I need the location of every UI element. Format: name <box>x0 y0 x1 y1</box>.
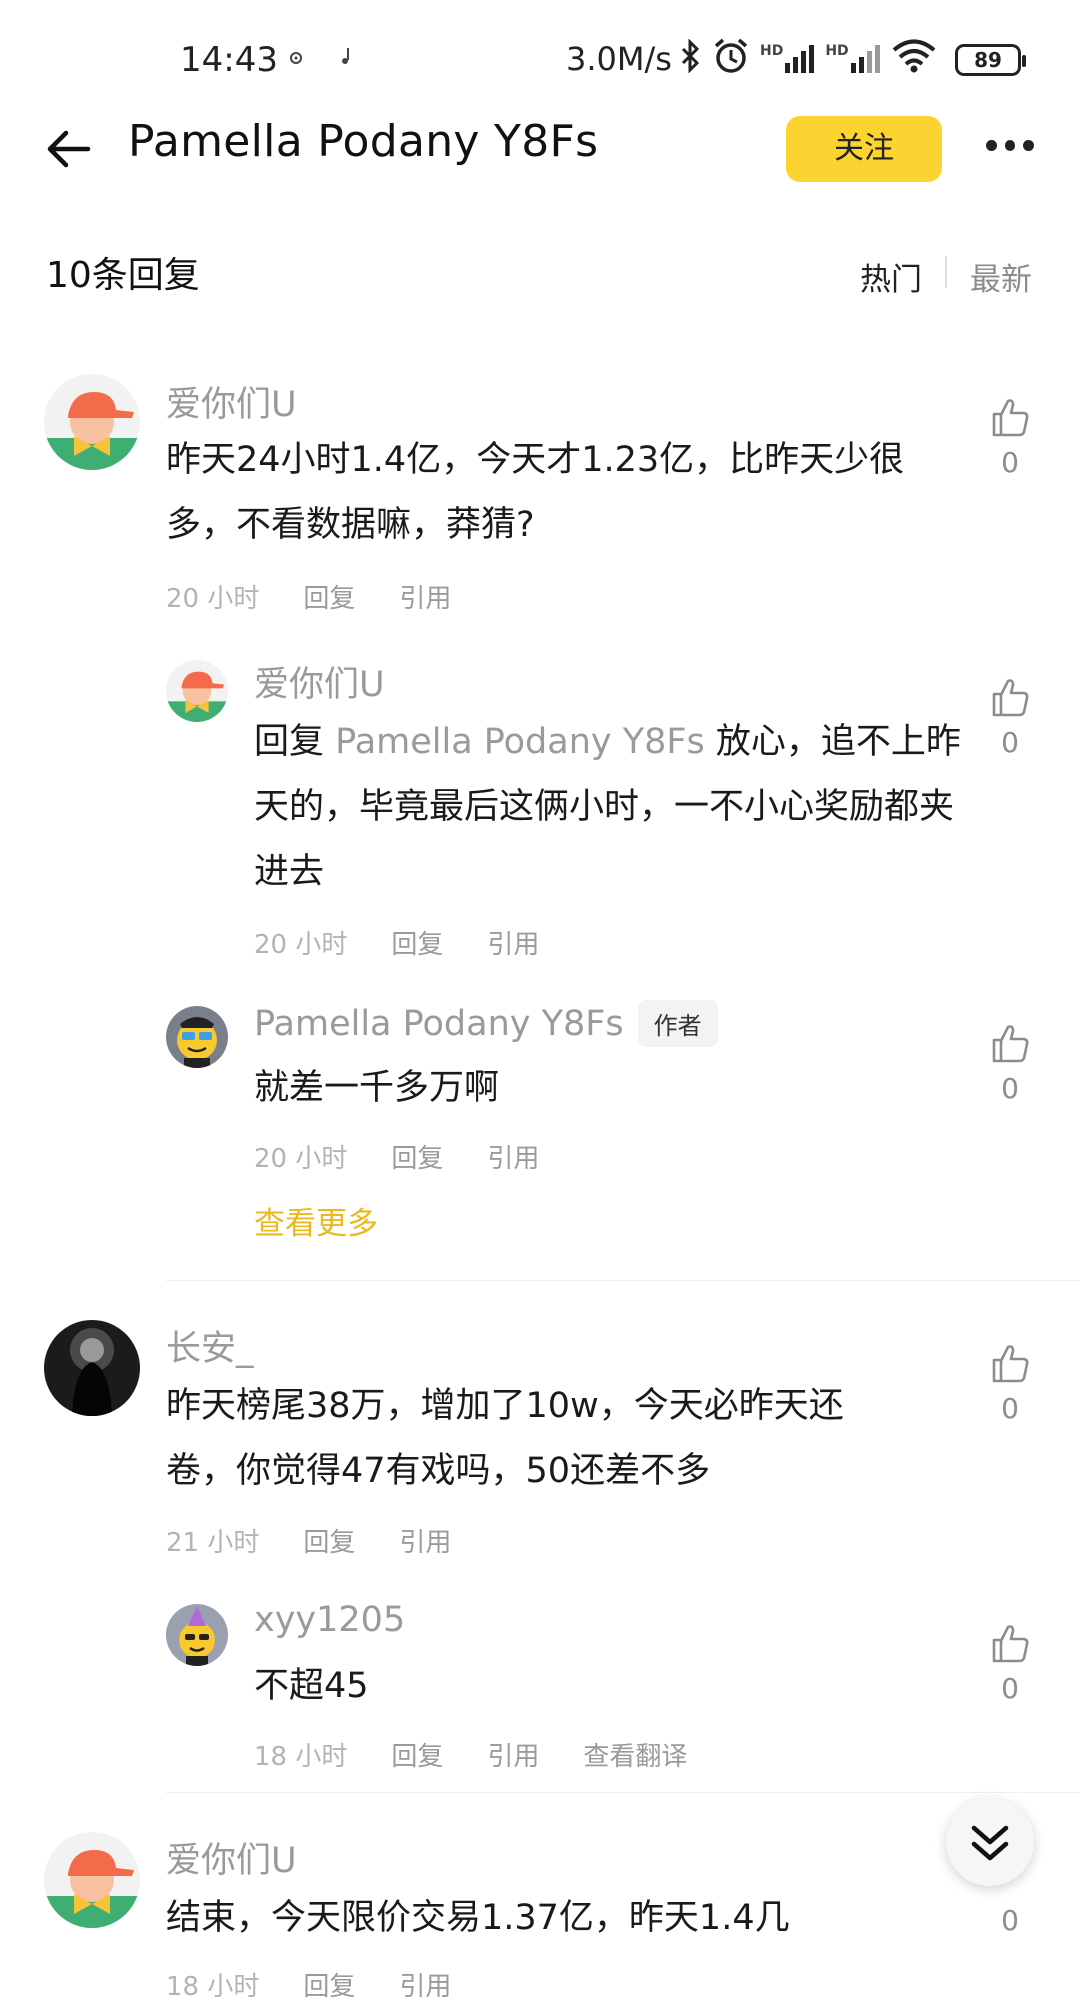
comment-text: 昨天榜尾38万，增加了10w，今天必昨天还卷，你觉得47有戏吗，50还差不多 <box>166 1386 844 1491</box>
notification-icon <box>288 50 304 70</box>
arrow-left-icon <box>47 130 91 168</box>
signal-icon-1: HD <box>760 43 815 73</box>
comment-time: 18 小时 <box>166 1972 260 2002</box>
divider <box>166 1280 1080 1281</box>
avatar-party-hat-icon <box>166 1604 228 1666</box>
like-button[interactable] <box>990 1342 1030 1388</box>
avatar[interactable] <box>44 1320 140 1416</box>
reply-button[interactable]: 回复 <box>303 1966 355 2003</box>
sort-hot-tab[interactable]: 热门 <box>860 254 922 299</box>
signal-icon-2: HD <box>825 43 880 73</box>
avatar-sunglasses-icon <box>166 1006 228 1068</box>
like-count: 0 <box>1001 1672 1019 1705</box>
follow-button[interactable]: 关注 <box>786 116 942 182</box>
comment-time: 20 小时 <box>254 1144 348 1174</box>
quote-button[interactable]: 引用 <box>487 1736 539 1773</box>
reply-button[interactable]: 回复 <box>391 1138 443 1175</box>
thumbs-up-icon <box>992 1625 1029 1663</box>
thumbs-up-icon <box>992 679 1029 717</box>
double-chevron-down-icon <box>971 1825 1009 1861</box>
bluetooth-icon <box>680 38 702 77</box>
comment-meta: 18 小时 回复 引用 <box>166 1966 451 2003</box>
reply-to-user[interactable]: Pamella Podany Y8Fs <box>335 722 705 762</box>
quote-button[interactable]: 引用 <box>487 1138 539 1175</box>
avatar[interactable] <box>166 660 228 722</box>
comment-username[interactable]: 长安_ <box>166 1320 254 1371</box>
comment-meta: 20 小时 回复 引用 <box>254 1138 539 1175</box>
comment-text: 结束，今天限价交易1.37亿，昨天1.4几 <box>166 1898 790 1938</box>
comment-meta: 21 小时 回复 引用 <box>166 1522 451 1559</box>
comment-text: 不超45 <box>254 1666 369 1706</box>
music-note-icon <box>340 46 352 72</box>
comment-username[interactable]: 爱你们U <box>166 1832 297 1883</box>
like-button[interactable] <box>990 1622 1030 1668</box>
author-badge: 作者 <box>637 1000 718 1047</box>
reply-prefix: 回复 <box>254 722 325 762</box>
quote-button[interactable]: 引用 <box>399 578 451 615</box>
translate-button[interactable]: 查看翻译 <box>583 1736 687 1773</box>
like-count: 0 <box>1001 1072 1019 1105</box>
quote-button[interactable]: 引用 <box>487 924 539 961</box>
sort-divider <box>945 256 947 288</box>
like-count: 0 <box>1001 1392 1019 1425</box>
comment-meta: 20 小时 回复 引用 <box>254 924 539 961</box>
comment-text: 昨天24小时1.4亿，今天才1.23亿，比昨天少很多，不看数据嘛，莽猜? <box>166 440 905 545</box>
avatar[interactable] <box>44 1832 140 1928</box>
comment-time: 21 小时 <box>166 1528 260 1558</box>
avatar-cap-icon <box>44 1832 140 1928</box>
avatar-silhouette-icon <box>44 1320 140 1416</box>
page-title: Pamella Podany Y8Fs <box>128 116 599 167</box>
status-bar: 14:43 3.0M/s HD HD 89 <box>0 0 1080 110</box>
reply-button[interactable]: 回复 <box>303 1522 355 1559</box>
sort-new-tab[interactable]: 最新 <box>970 254 1032 299</box>
reply-button[interactable]: 回复 <box>303 578 355 615</box>
avatar[interactable] <box>166 1604 228 1666</box>
reply-button[interactable]: 回复 <box>391 1736 443 1773</box>
comment-username[interactable]: Pamella Podany Y8Fs <box>254 1004 624 1044</box>
like-count: 0 <box>1001 726 1019 759</box>
like-button[interactable] <box>990 396 1030 442</box>
thumbs-up-icon <box>992 1345 1029 1383</box>
avatar[interactable] <box>44 374 140 470</box>
more-options-button[interactable] <box>986 140 1035 158</box>
network-speed: 3.0M/s <box>566 40 672 78</box>
quote-button[interactable]: 引用 <box>399 1522 451 1559</box>
clock: 14:43 <box>180 40 278 80</box>
comment-text: 就差一千多万啊 <box>254 1068 500 1108</box>
comment-header: Pamella Podany Y8Fs 作者 <box>254 1000 718 1047</box>
like-count: 0 <box>1001 1904 1019 1937</box>
battery-icon: 89 <box>955 44 1026 76</box>
thumbs-up-icon <box>992 399 1029 437</box>
status-icons: HD HD <box>680 36 937 80</box>
back-button[interactable] <box>44 124 94 174</box>
comment-username[interactable]: 爱你们U <box>166 376 297 427</box>
comment-username[interactable]: xyy1205 <box>254 1600 405 1640</box>
quote-button[interactable]: 引用 <box>399 1966 451 2003</box>
see-more-replies-link[interactable]: 查看更多 <box>254 1198 378 1243</box>
comment-meta: 20 小时 回复 引用 <box>166 578 451 615</box>
reply-button[interactable]: 回复 <box>391 924 443 961</box>
avatar[interactable] <box>166 1006 228 1068</box>
like-button[interactable] <box>990 1022 1030 1068</box>
comment-meta: 18 小时 回复 引用 查看翻译 <box>254 1736 687 1773</box>
comment-time: 18 小时 <box>254 1742 348 1772</box>
like-count: 0 <box>1001 446 1019 479</box>
comment-time: 20 小时 <box>254 930 348 960</box>
thumbs-up-icon <box>992 1025 1029 1063</box>
scroll-to-bottom-button[interactable] <box>946 1798 1034 1886</box>
like-button[interactable] <box>990 676 1030 722</box>
comment-time: 20 小时 <box>166 584 260 614</box>
comment-username[interactable]: 爱你们U <box>254 656 385 707</box>
divider <box>166 1792 1080 1793</box>
avatar-cap-icon <box>44 374 140 470</box>
comment-text: 回复 Pamella Podany Y8Fs 放心，追不上昨天的，毕竟最后这俩小… <box>254 710 964 905</box>
alarm-icon <box>712 37 750 79</box>
avatar-cap-icon <box>166 660 228 722</box>
reply-count: 10条回复 <box>46 255 200 296</box>
wifi-icon <box>891 39 937 77</box>
